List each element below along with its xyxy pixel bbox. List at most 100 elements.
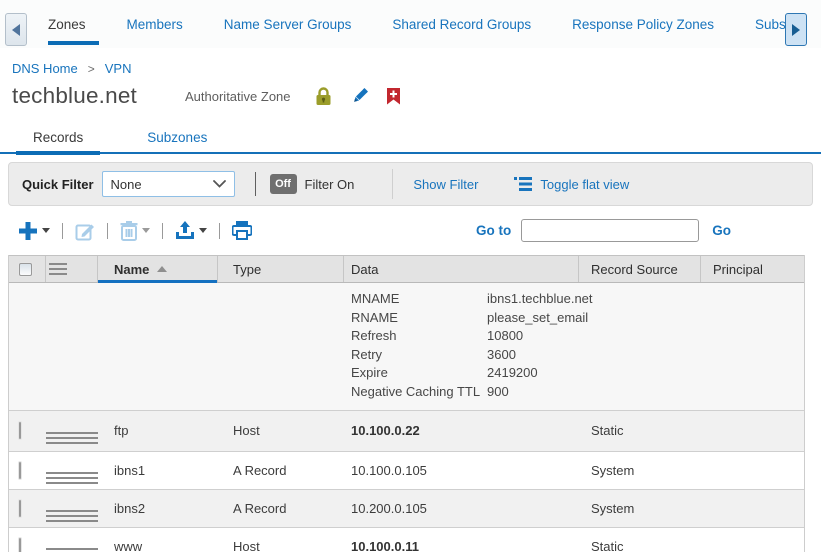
breadcrumb-dns-home[interactable]: DNS Home — [12, 61, 78, 76]
soa-field-value: 2419200 — [487, 364, 804, 383]
table-row[interactable]: www Host 10.100.0.11 Static — [9, 528, 804, 552]
soa-field-value: ibns1.techblue.net — [487, 290, 804, 309]
soa-detail-line: MNAME ibns1.techblue.net — [351, 290, 804, 309]
column-header-data[interactable]: Data — [344, 256, 579, 282]
top-tab-bar: Zones Members Name Server Groups Shared … — [0, 0, 821, 48]
row-menu-icon[interactable] — [46, 510, 98, 522]
bookmark-add-icon[interactable] — [387, 88, 400, 105]
sort-ascending-icon — [157, 266, 167, 272]
record-name: www — [98, 539, 218, 552]
edit-pencil-icon[interactable] — [350, 87, 369, 106]
record-source: System — [579, 501, 701, 516]
record-source: Static — [579, 423, 701, 438]
divider — [392, 169, 393, 199]
add-record-button[interactable] — [18, 221, 50, 241]
filter-on-toggle[interactable]: Off — [270, 174, 297, 194]
show-filter-link[interactable]: Show Filter — [413, 177, 478, 192]
row-checkbox[interactable] — [19, 422, 21, 439]
column-label: Record Source — [591, 262, 678, 277]
column-label: Name — [114, 262, 149, 277]
divider — [162, 223, 163, 239]
row-checkbox[interactable] — [19, 500, 21, 517]
zone-title-row: techblue.net Authoritative Zone — [12, 83, 821, 109]
record-data: 10.100.0.105 — [344, 463, 579, 478]
column-label: Principal — [713, 262, 763, 277]
caret-down-icon — [199, 228, 207, 233]
soa-field-value: 3600 — [487, 346, 804, 365]
records-table: Name Type Data Record Source Principal M… — [8, 255, 805, 552]
breadcrumb-vpn[interactable]: VPN — [105, 61, 132, 76]
tab-label: Members — [127, 17, 183, 32]
soa-detail-line: Refresh 10800 — [351, 327, 804, 346]
filter-on-label: Filter On — [305, 177, 355, 192]
column-header-principal[interactable]: Principal — [701, 256, 804, 282]
tab-members[interactable]: Members — [127, 0, 183, 48]
zone-type-label: Authoritative Zone — [185, 89, 291, 104]
row-menu-icon[interactable] — [46, 548, 98, 552]
print-button[interactable] — [232, 221, 252, 240]
column-header-name[interactable]: Name — [98, 256, 218, 282]
table-toolbar: Go to Go — [8, 206, 805, 255]
tabs-scroll-left-button[interactable] — [5, 13, 27, 46]
print-icon — [232, 221, 252, 240]
quick-filter-value: None — [111, 177, 142, 192]
select-all-checkbox[interactable] — [19, 263, 32, 276]
table-row[interactable]: ibns1 A Record 10.100.0.105 System — [9, 452, 804, 490]
trash-icon — [120, 221, 138, 241]
row-checkbox[interactable] — [19, 538, 21, 552]
quick-filter-select[interactable]: None — [102, 171, 235, 197]
row-menu-icon[interactable] — [46, 432, 98, 444]
tab-response-policy-zones[interactable]: Response Policy Zones — [572, 0, 714, 48]
record-type: A Record — [218, 463, 344, 478]
divider — [107, 223, 108, 239]
record-type: Host — [218, 423, 344, 438]
soa-field-value: 10800 — [487, 327, 804, 346]
lock-icon — [315, 87, 332, 106]
breadcrumb: DNS Home > VPN — [12, 61, 821, 76]
tab-shared-record-groups[interactable]: Shared Record Groups — [392, 0, 531, 48]
soa-detail-line: Expire 2419200 — [351, 364, 804, 383]
soa-detail-line: RNAME please_set_email — [351, 309, 804, 328]
quick-filter-label: Quick Filter — [22, 177, 94, 192]
row-menu-icon[interactable] — [49, 260, 67, 278]
row-menu-icon[interactable] — [46, 472, 98, 484]
record-source: System — [579, 463, 701, 478]
caret-down-icon — [142, 228, 150, 233]
soa-record-detail: MNAME ibns1.techblue.net RNAME please_se… — [9, 283, 804, 411]
breadcrumb-separator: > — [88, 62, 95, 76]
record-name: ibns2 — [98, 501, 218, 516]
tab-label: Name Server Groups — [224, 17, 352, 32]
tab-subzones[interactable]: Subzones — [130, 123, 224, 152]
record-type: A Record — [218, 501, 344, 516]
delete-record-button[interactable] — [120, 221, 150, 241]
column-label: Data — [351, 262, 378, 277]
tabs-scroll-right-button[interactable] — [785, 13, 807, 46]
soa-field-label: MNAME — [351, 290, 487, 309]
goto-label: Go to — [476, 223, 511, 238]
tab-records[interactable]: Records — [16, 123, 100, 152]
export-button[interactable] — [175, 221, 207, 241]
top-tabs: Zones Members Name Server Groups Shared … — [48, 0, 795, 48]
soa-field-value: please_set_email — [487, 309, 804, 328]
table-row[interactable]: ibns2 A Record 10.200.0.105 System — [9, 490, 804, 528]
goto-input[interactable] — [521, 219, 699, 242]
column-header-record-source[interactable]: Record Source — [579, 256, 701, 282]
soa-field-label: Refresh — [351, 327, 487, 346]
caret-down-icon — [42, 228, 50, 233]
row-checkbox[interactable] — [19, 462, 21, 479]
toggle-flat-view[interactable]: Toggle flat view — [514, 177, 629, 192]
tab-label: Zones — [48, 17, 86, 32]
edit-record-button[interactable] — [75, 221, 95, 241]
arrow-right-icon — [792, 24, 800, 36]
export-icon — [175, 221, 195, 241]
flat-list-icon — [514, 177, 532, 191]
divider — [255, 172, 256, 196]
toggle-flat-view-label: Toggle flat view — [540, 177, 629, 192]
table-row[interactable]: ftp Host 10.100.0.22 Static — [9, 411, 804, 452]
tab-name-server-groups[interactable]: Name Server Groups — [224, 0, 352, 48]
column-header-type[interactable]: Type — [218, 256, 344, 282]
soa-field-label: Expire — [351, 364, 487, 383]
go-button[interactable]: Go — [712, 223, 731, 238]
record-data: 10.100.0.22 — [344, 423, 579, 438]
tab-zones[interactable]: Zones — [48, 0, 86, 48]
